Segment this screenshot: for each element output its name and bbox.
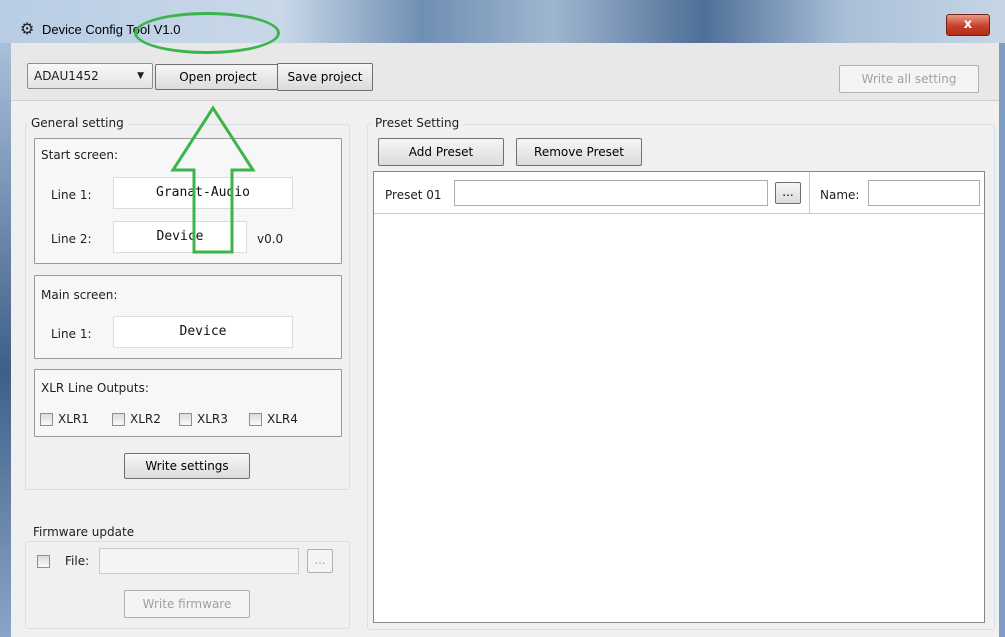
main-screen-title: Main screen:: [41, 288, 118, 302]
version-label: v0.0: [257, 232, 284, 246]
window-frame-left: [0, 43, 11, 637]
start-line1-input[interactable]: Granat-Audio: [113, 177, 293, 209]
write-settings-button[interactable]: Write settings: [124, 453, 250, 479]
xlr4-checkbox[interactable]: [249, 413, 262, 426]
xlr3-label: XLR3: [197, 412, 228, 426]
device-select[interactable]: ADAU1452 ▼: [27, 63, 153, 89]
close-button[interactable]: x: [946, 14, 990, 36]
preset-browse-button[interactable]: ...: [775, 182, 801, 204]
xlr4-label: XLR4: [267, 412, 298, 426]
firmware-file-input[interactable]: [99, 548, 299, 574]
xlr2-checkbox[interactable]: [112, 413, 125, 426]
write-firmware-button[interactable]: Write firmware: [124, 590, 250, 618]
add-preset-button[interactable]: Add Preset: [378, 138, 504, 166]
client-area: ADAU1452 ▼ Open project Save project Wri…: [11, 43, 999, 637]
main-line1-input[interactable]: Device: [113, 316, 293, 348]
firmware-file-checkbox[interactable]: [37, 555, 50, 568]
main-line1-label: Line 1:: [51, 327, 92, 341]
gear-icon: ⚙: [20, 19, 35, 38]
window-frame-right: [999, 43, 1005, 637]
preset-label: Preset 01: [385, 188, 442, 202]
xlr3-checkbox[interactable]: [179, 413, 192, 426]
window-title: Device Config Tool V1.0: [42, 22, 181, 37]
toolbar: ADAU1452 ▼ Open project Save project Wri…: [11, 43, 999, 101]
chevron-down-icon: ▼: [137, 71, 144, 81]
preset-setting-legend: Preset Setting: [371, 116, 464, 130]
xlr1-label: XLR1: [58, 412, 89, 426]
open-project-button[interactable]: Open project: [155, 64, 281, 90]
start-screen-title: Start screen:: [41, 148, 119, 162]
xlr1-checkbox[interactable]: [40, 413, 53, 426]
start-line1-label: Line 1:: [51, 188, 92, 202]
preset-list: Preset 01 ... Name:: [373, 171, 985, 623]
device-select-value: ADAU1452: [34, 69, 99, 83]
xlr-outputs-panel: [34, 369, 342, 437]
preset-row-divider: [809, 172, 810, 214]
start-line2-label: Line 2:: [51, 232, 92, 246]
save-project-button[interactable]: Save project: [277, 63, 373, 91]
firmware-file-label: File:: [65, 554, 90, 568]
xlr-outputs-title: XLR Line Outputs:: [41, 381, 149, 395]
write-all-button[interactable]: Write all setting: [839, 65, 979, 93]
general-setting-legend: General setting: [27, 116, 128, 130]
xlr2-label: XLR2: [130, 412, 161, 426]
preset-name-label: Name:: [820, 188, 860, 202]
remove-preset-button[interactable]: Remove Preset: [516, 138, 642, 166]
list-item: Preset 01 ... Name:: [374, 172, 984, 214]
start-line2-input[interactable]: Device: [113, 221, 247, 253]
title-bar: ⚙ Device Config Tool V1.0 x: [0, 0, 1005, 43]
preset-name-input[interactable]: [868, 180, 980, 206]
firmware-browse-button[interactable]: ...: [307, 549, 333, 573]
firmware-update-legend: Firmware update: [29, 525, 139, 539]
preset-path-input[interactable]: [454, 180, 768, 206]
